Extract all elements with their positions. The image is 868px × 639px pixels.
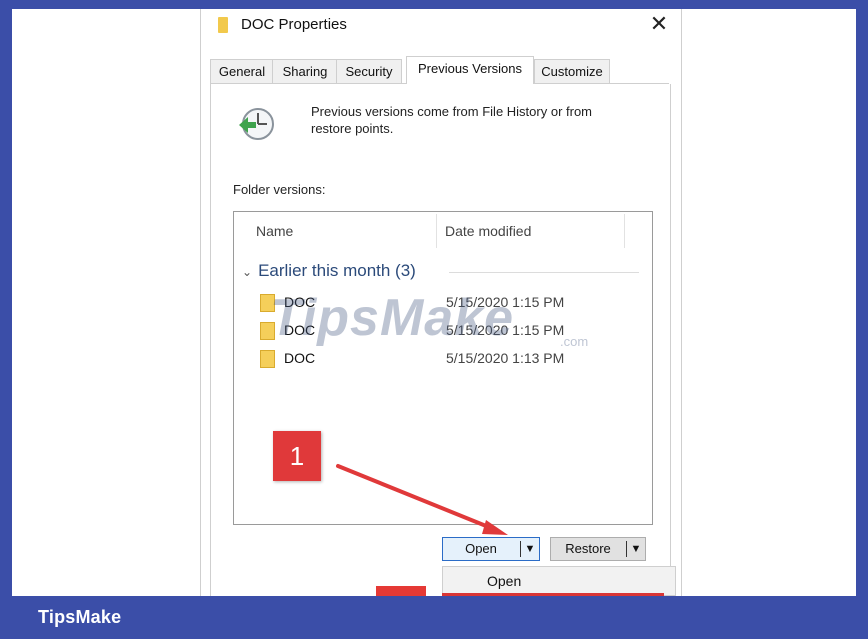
annotation-badge-partial [376, 586, 426, 596]
column-header-date-modified[interactable]: Date modified [445, 212, 531, 250]
close-button[interactable]: ✕ [647, 12, 671, 38]
brand-logo: TipsMake [38, 607, 122, 627]
tab-previous-versions[interactable]: Previous Versions [406, 56, 534, 84]
tab-customize[interactable]: Customize [534, 59, 610, 83]
dropdown-arrow-icon[interactable]: ▼ [521, 538, 539, 560]
restore-clock-icon [239, 108, 274, 140]
title-bar: DOC Properties ✕ [201, 9, 681, 49]
tab-sharing[interactable]: Sharing [272, 59, 338, 83]
group-header[interactable]: ⌄ Earlier this month (3) [242, 261, 416, 281]
frame-top-border [0, 0, 868, 9]
chevron-down-icon: ⌄ [242, 265, 253, 279]
dropdown-arrow-icon[interactable]: ▼ [627, 538, 645, 560]
column-separator [436, 214, 437, 248]
restore-button-label: Restore [565, 541, 611, 556]
folder-icon [218, 17, 228, 33]
folder-versions-label: Folder versions: [233, 182, 326, 197]
info-text: Previous versions come from File History… [311, 104, 593, 136]
dialog-title: DOC Properties [241, 16, 347, 33]
item-date: 5/15/2020 1:13 PM [446, 350, 565, 366]
menu-item-open[interactable]: Open [487, 573, 521, 589]
restore-button[interactable]: Restore ▼ [550, 537, 646, 561]
watermark-logo: TipsMake [270, 289, 515, 347]
item-name: DOC [284, 350, 316, 366]
list-item[interactable]: DOC 5/15/2020 1:13 PM [260, 348, 640, 370]
group-label: Earlier this month (3) [258, 261, 416, 280]
tab-strip: General Sharing Security Previous Versio… [210, 56, 670, 84]
frame-left-border [0, 0, 12, 639]
column-separator [624, 214, 625, 248]
tab-security[interactable]: Security [336, 59, 402, 83]
folder-icon [260, 350, 275, 368]
frame-right-border [856, 0, 868, 639]
step-number-badge: 1 [273, 431, 321, 481]
open-button[interactable]: Open ▼ [442, 537, 540, 561]
group-divider [449, 272, 639, 273]
open-button-label: Open [465, 541, 497, 556]
tab-general[interactable]: General [210, 59, 274, 83]
watermark-suffix: .com [560, 334, 589, 349]
footer-bar: TipsMake [0, 596, 868, 639]
column-header-name[interactable]: Name [256, 212, 293, 250]
open-dropdown-menu: Open [442, 566, 676, 596]
